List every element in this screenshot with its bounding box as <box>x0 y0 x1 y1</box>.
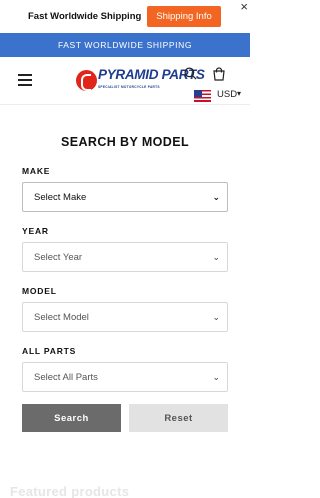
logo-sub-text: SPECIALIST MOTORCYCLE PARTS <box>98 85 160 89</box>
announcement-bar: FAST WORLDWIDE SHIPPING <box>0 33 250 57</box>
search-by-model: SEARCH BY MODEL MAKE Select Make ⌄ YEAR … <box>0 135 250 432</box>
site-logo[interactable]: PYRAMID PARTS SPECIALIST MOTORCYCLE PART… <box>76 68 205 93</box>
all-parts-select[interactable]: Select All Parts ⌄ <box>22 362 228 392</box>
currency-label[interactable]: USD <box>217 89 237 100</box>
cart-icon[interactable] <box>212 67 226 81</box>
chevron-down-icon: ⌄ <box>212 372 220 382</box>
logo-mark <box>76 70 97 91</box>
year-select-value: Select Year <box>34 251 83 263</box>
model-select-value: Select Model <box>34 311 89 323</box>
form-actions: Search Reset <box>22 404 228 432</box>
shipping-info-button[interactable]: Shipping Info <box>147 6 221 27</box>
search-icon[interactable] <box>184 67 197 80</box>
model-select[interactable]: Select Model ⌄ <box>22 302 228 332</box>
featured-products-heading: Featured products <box>10 484 130 498</box>
model-label: MODEL <box>22 286 57 296</box>
promo-bar: Fast Worldwide Shipping Shipping Info × <box>0 0 250 33</box>
all-parts-label: ALL PARTS <box>22 346 77 356</box>
site-header: PYRAMID PARTS SPECIALIST MOTORCYCLE PART… <box>0 57 250 105</box>
promo-text: Fast Worldwide Shipping <box>28 11 142 22</box>
chevron-down-icon: ⌄ <box>212 252 220 262</box>
year-label: YEAR <box>22 226 49 236</box>
announcement-text: FAST WORLDWIDE SHIPPING <box>57 40 193 50</box>
reset-button[interactable]: Reset <box>129 404 228 432</box>
make-select-value: Select Make <box>34 191 87 203</box>
search-button[interactable]: Search <box>22 404 121 432</box>
chevron-down-icon: ⌄ <box>212 192 220 202</box>
close-icon[interactable]: × <box>240 0 248 14</box>
page-title: SEARCH BY MODEL <box>60 135 189 149</box>
make-select[interactable]: Select Make ⌄ <box>22 182 228 212</box>
chevron-down-icon[interactable]: ▾ <box>237 89 241 98</box>
all-parts-select-value: Select All Parts <box>34 371 98 383</box>
chevron-down-icon: ⌄ <box>212 312 220 322</box>
menu-icon[interactable] <box>18 74 32 89</box>
year-select[interactable]: Select Year ⌄ <box>22 242 228 272</box>
us-flag-icon[interactable] <box>194 90 211 102</box>
make-label: MAKE <box>22 166 51 176</box>
